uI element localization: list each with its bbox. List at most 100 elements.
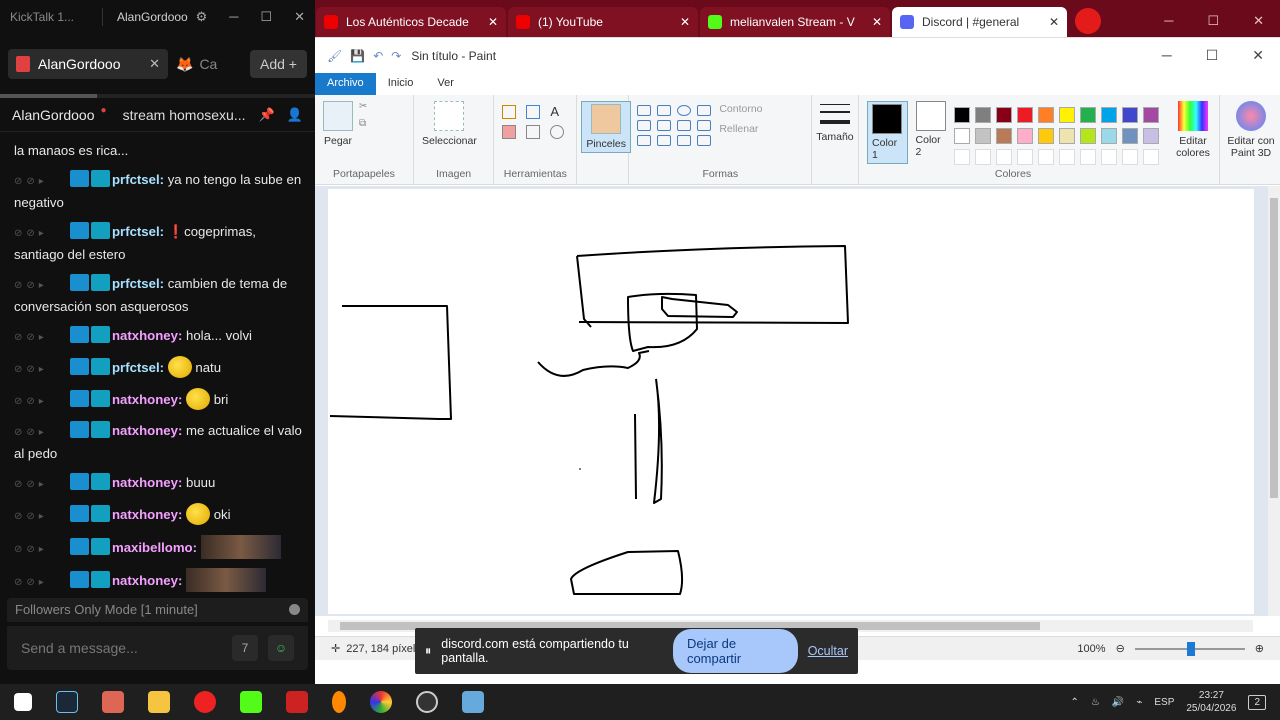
chevron-up-icon[interactable]: ⌃ — [1071, 697, 1079, 708]
edit-colors-button[interactable]: Editar colores — [1171, 101, 1215, 159]
close-tab-icon[interactable]: ✕ — [149, 56, 160, 72]
maximize-button[interactable]: ☐ — [1206, 47, 1219, 64]
pin-icon[interactable]: 📌 — [259, 107, 275, 123]
color-swatch[interactable] — [1101, 128, 1117, 144]
mod-actions-icon[interactable]: ⊘⊘▸ — [14, 275, 70, 296]
drawing-canvas[interactable] — [328, 189, 1254, 614]
user-icon[interactable]: 👤 — [287, 107, 303, 123]
chat-username[interactable]: natxhoney: — [112, 328, 182, 343]
color-swatch[interactable] — [1017, 107, 1033, 123]
shape-triangle[interactable] — [677, 120, 692, 131]
brushes-button[interactable]: Pinceles — [581, 101, 632, 153]
mod-actions-icon[interactable]: ⊘⊘▸ — [14, 506, 70, 527]
menu-file[interactable]: Archivo — [315, 73, 376, 95]
emote-7tv-icon[interactable]: 7 — [232, 635, 258, 661]
undo-icon[interactable]: ↶ — [373, 49, 383, 63]
chat-username[interactable]: natxhoney: — [112, 507, 182, 522]
close-tab-icon[interactable]: ✕ — [1049, 15, 1059, 29]
zoom-in-icon[interactable]: ⊕ — [1255, 642, 1264, 655]
clock[interactable]: 23:27 25/04/2026 — [1186, 689, 1236, 715]
mod-actions-icon[interactable]: ⊘⊘▸ — [14, 223, 70, 244]
close-button[interactable]: ✕ — [1253, 13, 1264, 29]
chat-username[interactable]: maxibellomo: — [112, 540, 197, 555]
color-swatch[interactable] — [1143, 107, 1159, 123]
shape-right-triangle[interactable] — [697, 120, 712, 131]
color-swatch[interactable] — [975, 107, 991, 123]
maximize-button[interactable]: ☐ — [1207, 13, 1219, 29]
fill-dropdown[interactable]: Rellenar — [719, 123, 762, 135]
shape-rounded[interactable] — [637, 120, 652, 131]
gear-icon[interactable]: ⚙ — [196, 9, 208, 25]
shape-rect[interactable] — [697, 105, 712, 116]
shape-polygon[interactable] — [657, 120, 672, 131]
custom-color-swatch[interactable] — [1122, 149, 1138, 165]
color-swatch[interactable] — [1059, 128, 1075, 144]
custom-color-swatch[interactable] — [975, 149, 991, 165]
mod-actions-icon[interactable]: ⊘⊘▸ — [14, 327, 70, 348]
network-icon[interactable]: ⌁ — [1136, 697, 1142, 708]
color-swatch[interactable] — [996, 128, 1012, 144]
shape-arrow[interactable] — [697, 135, 712, 146]
color-swatch[interactable] — [1101, 107, 1117, 123]
kick-emote-icon[interactable]: ☺ — [268, 635, 294, 661]
notification-icon[interactable]: 2 — [1248, 694, 1266, 710]
fill-icon[interactable] — [526, 105, 541, 119]
color-swatch[interactable] — [1059, 107, 1075, 123]
minimize-button[interactable]: ─ — [229, 9, 238, 25]
paste-button[interactable]: Pegar — [323, 101, 353, 147]
color-picker-icon[interactable] — [526, 125, 541, 139]
magnifier-icon[interactable] — [550, 125, 565, 139]
shape-hexagon[interactable] — [677, 135, 692, 146]
minimize-button[interactable]: ─ — [1164, 13, 1173, 29]
chat-username[interactable]: prfctsel: — [112, 224, 164, 239]
color-swatch[interactable] — [954, 107, 970, 123]
chat-username[interactable]: natxhoney: — [112, 392, 182, 407]
shape-diamond[interactable] — [637, 135, 652, 146]
chat-username[interactable]: prfctsel: — [112, 360, 164, 375]
paint-icon[interactable] — [462, 691, 484, 713]
close-button[interactable]: ✕ — [294, 9, 305, 25]
recording-icon[interactable] — [1075, 8, 1101, 34]
message-input[interactable]: Send a message... 7 ☺ — [7, 626, 308, 670]
color-swatch[interactable] — [1038, 128, 1054, 144]
browser-tab[interactable]: Los Auténticos Decade ✕ — [316, 7, 506, 37]
add-channel-button[interactable]: Add + — [250, 50, 307, 78]
close-tab-icon[interactable]: ✕ — [488, 15, 498, 29]
volume-icon[interactable]: 🔊 — [1112, 697, 1124, 708]
zoom-slider[interactable] — [1134, 641, 1245, 656]
zoom-out-icon[interactable]: ⊖ — [1116, 642, 1125, 655]
color-swatch[interactable] — [996, 107, 1012, 123]
text-icon[interactable]: A — [550, 105, 564, 119]
color-swatch[interactable] — [1080, 107, 1096, 123]
steam-icon[interactable] — [56, 691, 78, 713]
save-icon[interactable]: 💾 — [350, 49, 365, 63]
outline-dropdown[interactable]: Contorno — [719, 103, 762, 115]
size-button[interactable]: Tamaño — [816, 101, 854, 143]
custom-color-swatch[interactable] — [1101, 149, 1117, 165]
obs-icon[interactable] — [416, 691, 438, 713]
mod-actions-icon[interactable]: ⊘⊘▸ — [14, 171, 70, 192]
mod-actions-icon[interactable]: ⊘⊘▸ — [14, 572, 70, 593]
browser-tab[interactable]: melianvalen Stream - V ✕ — [700, 7, 890, 37]
custom-color-swatch[interactable] — [1017, 149, 1033, 165]
chat-username[interactable]: prfctsel: — [112, 172, 164, 187]
close-tab-icon[interactable]: ✕ — [872, 15, 882, 29]
mod-actions-icon[interactable]: ⊘⊘▸ — [14, 359, 70, 380]
mod-actions-icon[interactable]: ⊘⊘▸ — [14, 422, 70, 443]
mod-actions-icon[interactable]: ⊘⊘▸ — [14, 391, 70, 412]
shape-oval[interactable] — [677, 105, 692, 116]
tab-second[interactable]: 🦊 Ca — [176, 56, 217, 73]
tab-alangordooo[interactable]: AlanGordooo ✕ — [8, 49, 168, 79]
chat-username[interactable]: prfctsel: — [112, 276, 164, 291]
color2-button[interactable]: Color 2 — [916, 101, 946, 158]
custom-color-swatch[interactable] — [954, 149, 970, 165]
info-icon[interactable] — [289, 604, 300, 615]
select-button[interactable]: Seleccionar — [422, 101, 477, 147]
chat-username[interactable]: natxhoney: — [112, 573, 182, 588]
custom-color-swatch[interactable] — [1143, 149, 1159, 165]
app-icon[interactable] — [102, 691, 124, 713]
redo-icon[interactable]: ↷ — [391, 49, 401, 63]
menu-home[interactable]: Inicio — [376, 73, 426, 95]
mod-actions-icon[interactable]: ⊘⊘▸ — [14, 539, 70, 560]
custom-color-swatch[interactable] — [1038, 149, 1054, 165]
